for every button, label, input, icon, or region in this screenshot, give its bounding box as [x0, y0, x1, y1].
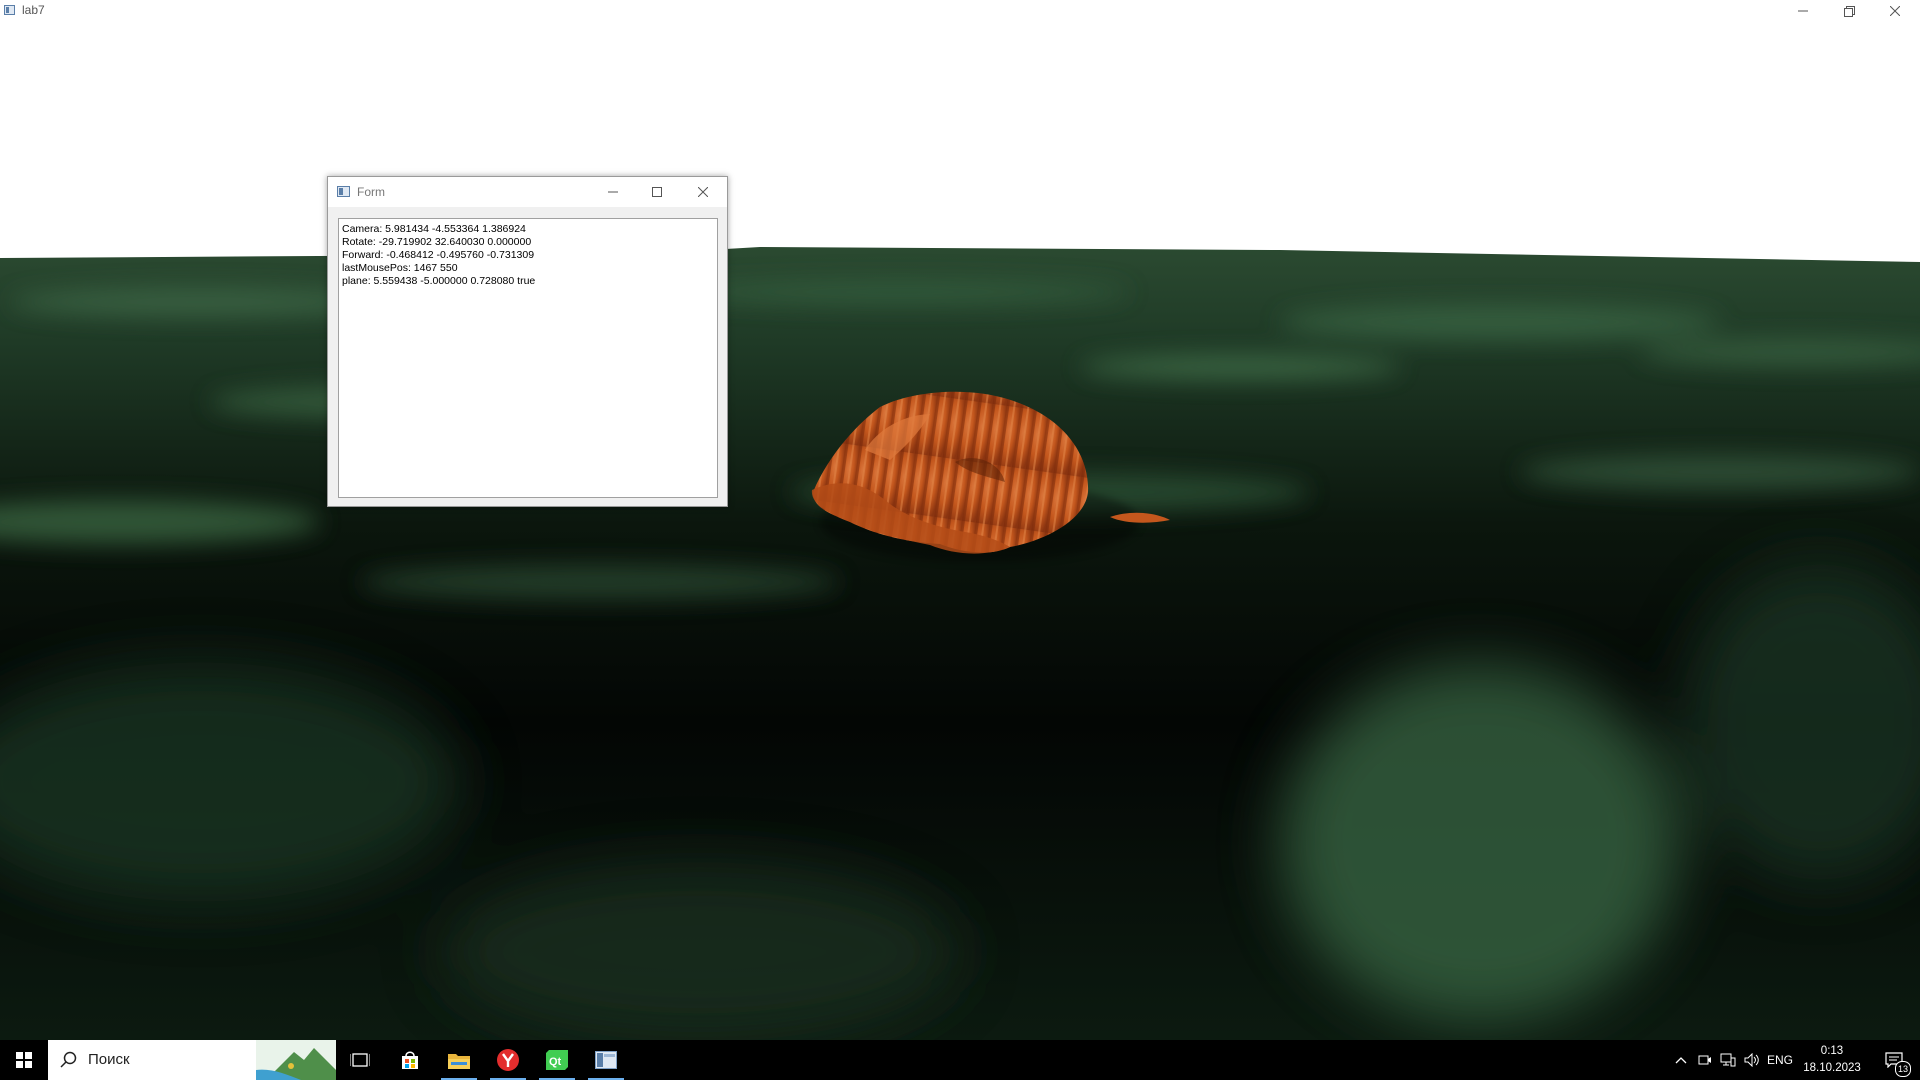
- action-center-button[interactable]: 13: [1874, 1040, 1914, 1080]
- lab7-app-icon: [595, 1051, 617, 1069]
- form-titlebar[interactable]: Form: [328, 177, 727, 207]
- terrain-scene: [0, 247, 1920, 1040]
- opengl-viewport[interactable]: [0, 22, 1920, 1040]
- input-language-button[interactable]: ENG: [1765, 1040, 1795, 1080]
- forward-line: Forward: -0.468412 -0.495760 -0.731309: [342, 249, 535, 261]
- last-mouse-pos-line: lastMousePos: 1467 550: [342, 262, 458, 274]
- network-icon: [1720, 1053, 1736, 1067]
- debug-info-textbox[interactable]: Camera: 5.981434 -4.553364 1.386924 Rota…: [338, 218, 718, 498]
- task-view-button[interactable]: [336, 1040, 384, 1080]
- search-icon: [60, 1051, 77, 1068]
- camera-icon: [1698, 1055, 1711, 1065]
- chevron-up-icon: [1675, 1057, 1687, 1064]
- store-icon: [402, 1051, 418, 1069]
- qt-creator-icon: Qt: [546, 1050, 568, 1070]
- volume-tray-button[interactable]: [1741, 1040, 1763, 1080]
- notification-count-badge: 13: [1895, 1061, 1911, 1077]
- clock-time: 0:13: [1820, 1045, 1844, 1057]
- windows-logo-icon: [16, 1052, 32, 1068]
- search-highlight-art: [256, 1040, 336, 1080]
- form-minimize-button[interactable]: [591, 177, 635, 207]
- camera-line: Camera: 5.981434 -4.553364 1.386924: [342, 223, 526, 235]
- network-tray-button[interactable]: [1717, 1040, 1739, 1080]
- window-title: lab7: [22, 3, 45, 17]
- taskbar: Поиск Qt ENG 0:13 18.10.2023 13: [0, 1040, 1920, 1080]
- clock[interactable]: 0:13 18.10.2023: [1795, 1043, 1869, 1077]
- form-app-icon: [337, 186, 350, 197]
- form-window[interactable]: Form Camera: 5.981434 -4.553364 1.386924…: [327, 176, 728, 507]
- form-close-button[interactable]: [681, 177, 725, 207]
- app-icon: [4, 5, 15, 15]
- main-window-titlebar[interactable]: lab7: [0, 0, 1920, 22]
- search-placeholder: Поиск: [88, 1051, 130, 1068]
- close-icon: [698, 187, 708, 197]
- close-icon: [1890, 6, 1900, 16]
- file-explorer-icon: [448, 1054, 470, 1069]
- store-button[interactable]: [386, 1040, 434, 1080]
- maximize-icon: [652, 187, 662, 197]
- speaker-icon: [1744, 1053, 1759, 1067]
- start-button[interactable]: [0, 1040, 48, 1080]
- svg-text:Qt: Qt: [549, 1056, 562, 1068]
- close-button[interactable]: [1872, 0, 1918, 22]
- form-maximize-button[interactable]: [635, 177, 679, 207]
- clock-date: 18.10.2023: [1803, 1062, 1861, 1074]
- form-title: Form: [357, 185, 385, 199]
- restore-button[interactable]: [1826, 0, 1872, 22]
- restore-icon: [1843, 5, 1855, 17]
- task-view-icon: [350, 1053, 370, 1067]
- taskbar-search-box[interactable]: Поиск: [48, 1040, 336, 1080]
- webcam-tray-button[interactable]: [1694, 1040, 1716, 1080]
- yandex-browser-icon: [497, 1049, 519, 1071]
- qt-creator-button[interactable]: Qt: [533, 1040, 581, 1080]
- yandex-browser-button[interactable]: [484, 1040, 532, 1080]
- plane-line: plane: 5.559438 -5.000000 0.728080 true: [342, 275, 536, 287]
- show-hidden-icons-button[interactable]: [1670, 1040, 1692, 1080]
- lab7-app-button[interactable]: [582, 1040, 630, 1080]
- minimize-icon: [608, 191, 618, 193]
- minimize-icon: [1798, 10, 1808, 12]
- minimize-button[interactable]: [1780, 0, 1826, 22]
- file-explorer-button[interactable]: [435, 1040, 483, 1080]
- rotate-line: Rotate: -29.719902 32.640030 0.000000: [342, 236, 532, 248]
